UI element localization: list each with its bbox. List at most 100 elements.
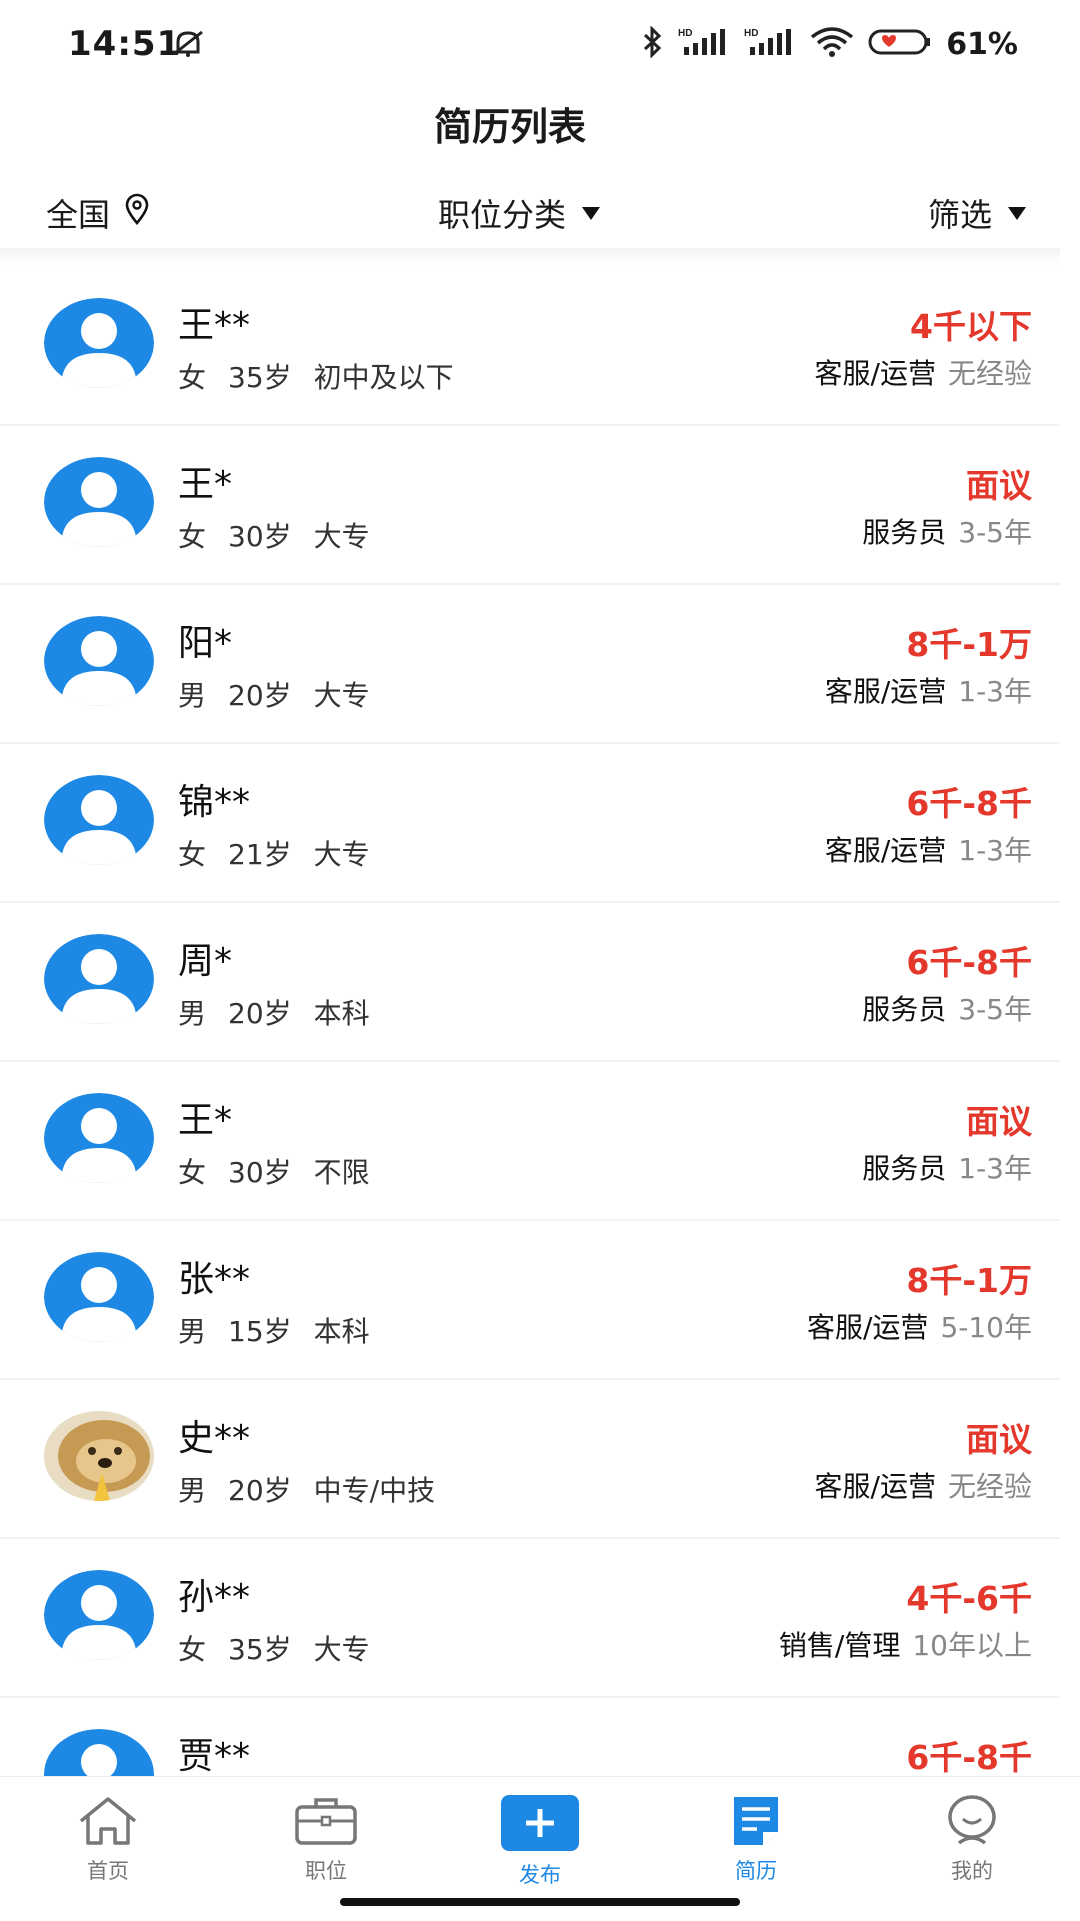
job-category: 销售/管理 [778, 1629, 901, 1662]
candidate-gender: 女 [178, 1156, 207, 1189]
work-experience: 无经验 [947, 1470, 1032, 1503]
resume-row[interactable]: 阳* 男 20岁 大专 8千-1万 客服/运营 1-3年 [0, 584, 1060, 744]
avatar [44, 1252, 154, 1342]
job-intent: 客服/运营 1-3年 [825, 670, 1032, 710]
dropdown-triangle-icon [1008, 206, 1026, 220]
svg-text:HD: HD [744, 28, 758, 39]
candidate-gender: 男 [178, 997, 207, 1030]
resume-row[interactable]: 周* 男 20岁 本科 6千-8千 服务员 3-5年 [0, 902, 1060, 1062]
resume-row[interactable]: 张** 男 15岁 本科 8千-1万 客服/运营 5-10年 [0, 1220, 1060, 1380]
mute-icon [168, 28, 208, 62]
candidate-name: 阳* [178, 623, 233, 664]
profile-icon [937, 1795, 1007, 1851]
candidate-name: 锦** [178, 782, 251, 823]
status-time: 14:51 [68, 24, 182, 64]
plus-icon [499, 1795, 581, 1855]
candidate-info: 女 35岁 初中及以下 [178, 356, 476, 396]
candidate-info: 男 20岁 中专/中技 [178, 1469, 457, 1509]
candidate-age: 35岁 [228, 361, 292, 394]
candidate-info: 男 15岁 本科 [178, 1310, 392, 1350]
avatar [44, 298, 154, 388]
work-experience: 10年以上 [912, 1629, 1032, 1662]
nav-label: 首页 [87, 1859, 129, 1883]
candidate-education: 大专 [313, 1633, 370, 1666]
candidate-info: 女 30岁 大专 [178, 515, 392, 555]
job-intent: 服务员 3-5年 [862, 988, 1032, 1028]
expected-salary: 8千-1万 [906, 625, 1032, 664]
job-category: 服务员 [862, 1152, 947, 1185]
candidate-gender: 男 [178, 1474, 207, 1507]
candidate-name: 张** [178, 1259, 251, 1300]
expected-salary: 面议 [966, 466, 1032, 505]
job-intent: 客服/运营 5-10年 [807, 1306, 1032, 1346]
page-title: 简历列表 [433, 105, 586, 149]
candidate-age: 15岁 [228, 1315, 292, 1348]
job-category: 客服/运营 [814, 1470, 936, 1503]
candidate-education: 本科 [313, 1315, 370, 1348]
job-category: 客服/运营 [824, 834, 947, 867]
resume-row[interactable]: 王* 女 30岁 大专 面议 服务员 3-5年 [0, 425, 1060, 585]
job-category: 客服/运营 [814, 357, 936, 390]
home-icon [73, 1797, 143, 1851]
avatar [44, 616, 154, 706]
region-filter[interactable]: 全国 [46, 190, 150, 236]
signal-hd-icon: HD [744, 27, 796, 61]
nav-jobs[interactable]: 职位 [266, 1795, 386, 1885]
candidate-education: 初中及以下 [313, 361, 454, 394]
candidate-name: 孙** [178, 1577, 251, 1618]
resume-row[interactable]: 史** 男 20岁 中专/中技 面议 客服/运营 无经验 [0, 1379, 1060, 1539]
status-icons: HD HD 61% [642, 25, 1018, 62]
battery-level: 61% [946, 26, 1018, 62]
resume-row[interactable]: 贾** 6千-8千 [0, 1697, 1060, 1776]
expected-salary: 4千-6千 [906, 1579, 1032, 1618]
work-experience: 1-3年 [958, 834, 1032, 867]
filter-label: 筛选 [927, 196, 992, 234]
location-pin-icon [124, 193, 150, 233]
status-bar: 14:51 HD HD 61% [0, 0, 1080, 96]
resume-row[interactable]: 锦** 女 21岁 大专 6千-8千 客服/运营 1-3年 [0, 743, 1060, 903]
candidate-age: 20岁 [228, 1474, 292, 1507]
expected-salary: 面议 [966, 1102, 1032, 1141]
category-filter[interactable]: 职位分类 [438, 190, 601, 236]
category-label: 职位分类 [438, 196, 567, 234]
resume-row[interactable]: 王** 女 35岁 初中及以下 4千以下 客服/运营 无经验 [0, 266, 1060, 426]
divider [0, 248, 1060, 266]
job-intent: 客服/运营 1-3年 [825, 829, 1032, 869]
resume-icon [721, 1797, 791, 1851]
candidate-education: 不限 [313, 1156, 370, 1189]
candidate-name: 王** [178, 305, 251, 346]
region-label: 全国 [46, 196, 111, 234]
battery-icon [868, 28, 932, 60]
nav-label: 发布 [519, 1863, 561, 1887]
resume-row[interactable]: 孙** 女 35岁 大专 4千-6千 销售/管理 10年以上 [0, 1538, 1060, 1698]
nav-label: 职位 [305, 1859, 347, 1883]
expected-salary: 4千以下 [910, 307, 1032, 346]
expected-salary: 面议 [966, 1420, 1032, 1459]
resume-row[interactable]: 王* 女 30岁 不限 面议 服务员 1-3年 [0, 1061, 1060, 1221]
nav-resume[interactable]: 简历 [696, 1795, 816, 1885]
screen-filter[interactable]: 筛选 [928, 190, 1026, 236]
candidate-age: 21岁 [228, 838, 292, 871]
candidate-gender: 女 [178, 838, 207, 871]
candidate-age: 30岁 [228, 1156, 292, 1189]
filter-bar: 全国 职位分类 筛选 [0, 178, 1060, 248]
nav-home[interactable]: 首页 [48, 1795, 168, 1885]
work-experience: 5-10年 [940, 1311, 1032, 1344]
avatar [44, 457, 154, 547]
job-intent: 销售/管理 10年以上 [779, 1624, 1032, 1664]
resume-list[interactable]: 王** 女 35岁 初中及以下 4千以下 客服/运营 无经验 王* 女 30岁 大专 面议 服务员 3-5… [0, 266, 1060, 1776]
candidate-name: 史** [178, 1418, 251, 1459]
job-intent: 服务员 3-5年 [862, 511, 1032, 551]
home-indicator[interactable] [340, 1898, 740, 1906]
candidate-info: 女 30岁 不限 [178, 1151, 392, 1191]
candidate-age: 20岁 [228, 997, 292, 1030]
candidate-info: 男 20岁 本科 [178, 992, 392, 1032]
candidate-name: 周* [178, 941, 233, 982]
nav-mine[interactable]: 我的 [912, 1795, 1032, 1885]
nav-publish[interactable]: 发布 [480, 1795, 600, 1889]
work-experience: 1-3年 [958, 1152, 1032, 1185]
candidate-education: 大专 [313, 679, 370, 712]
candidate-education: 大专 [313, 520, 370, 553]
avatar [44, 1570, 154, 1660]
candidate-age: 35岁 [228, 1633, 292, 1666]
